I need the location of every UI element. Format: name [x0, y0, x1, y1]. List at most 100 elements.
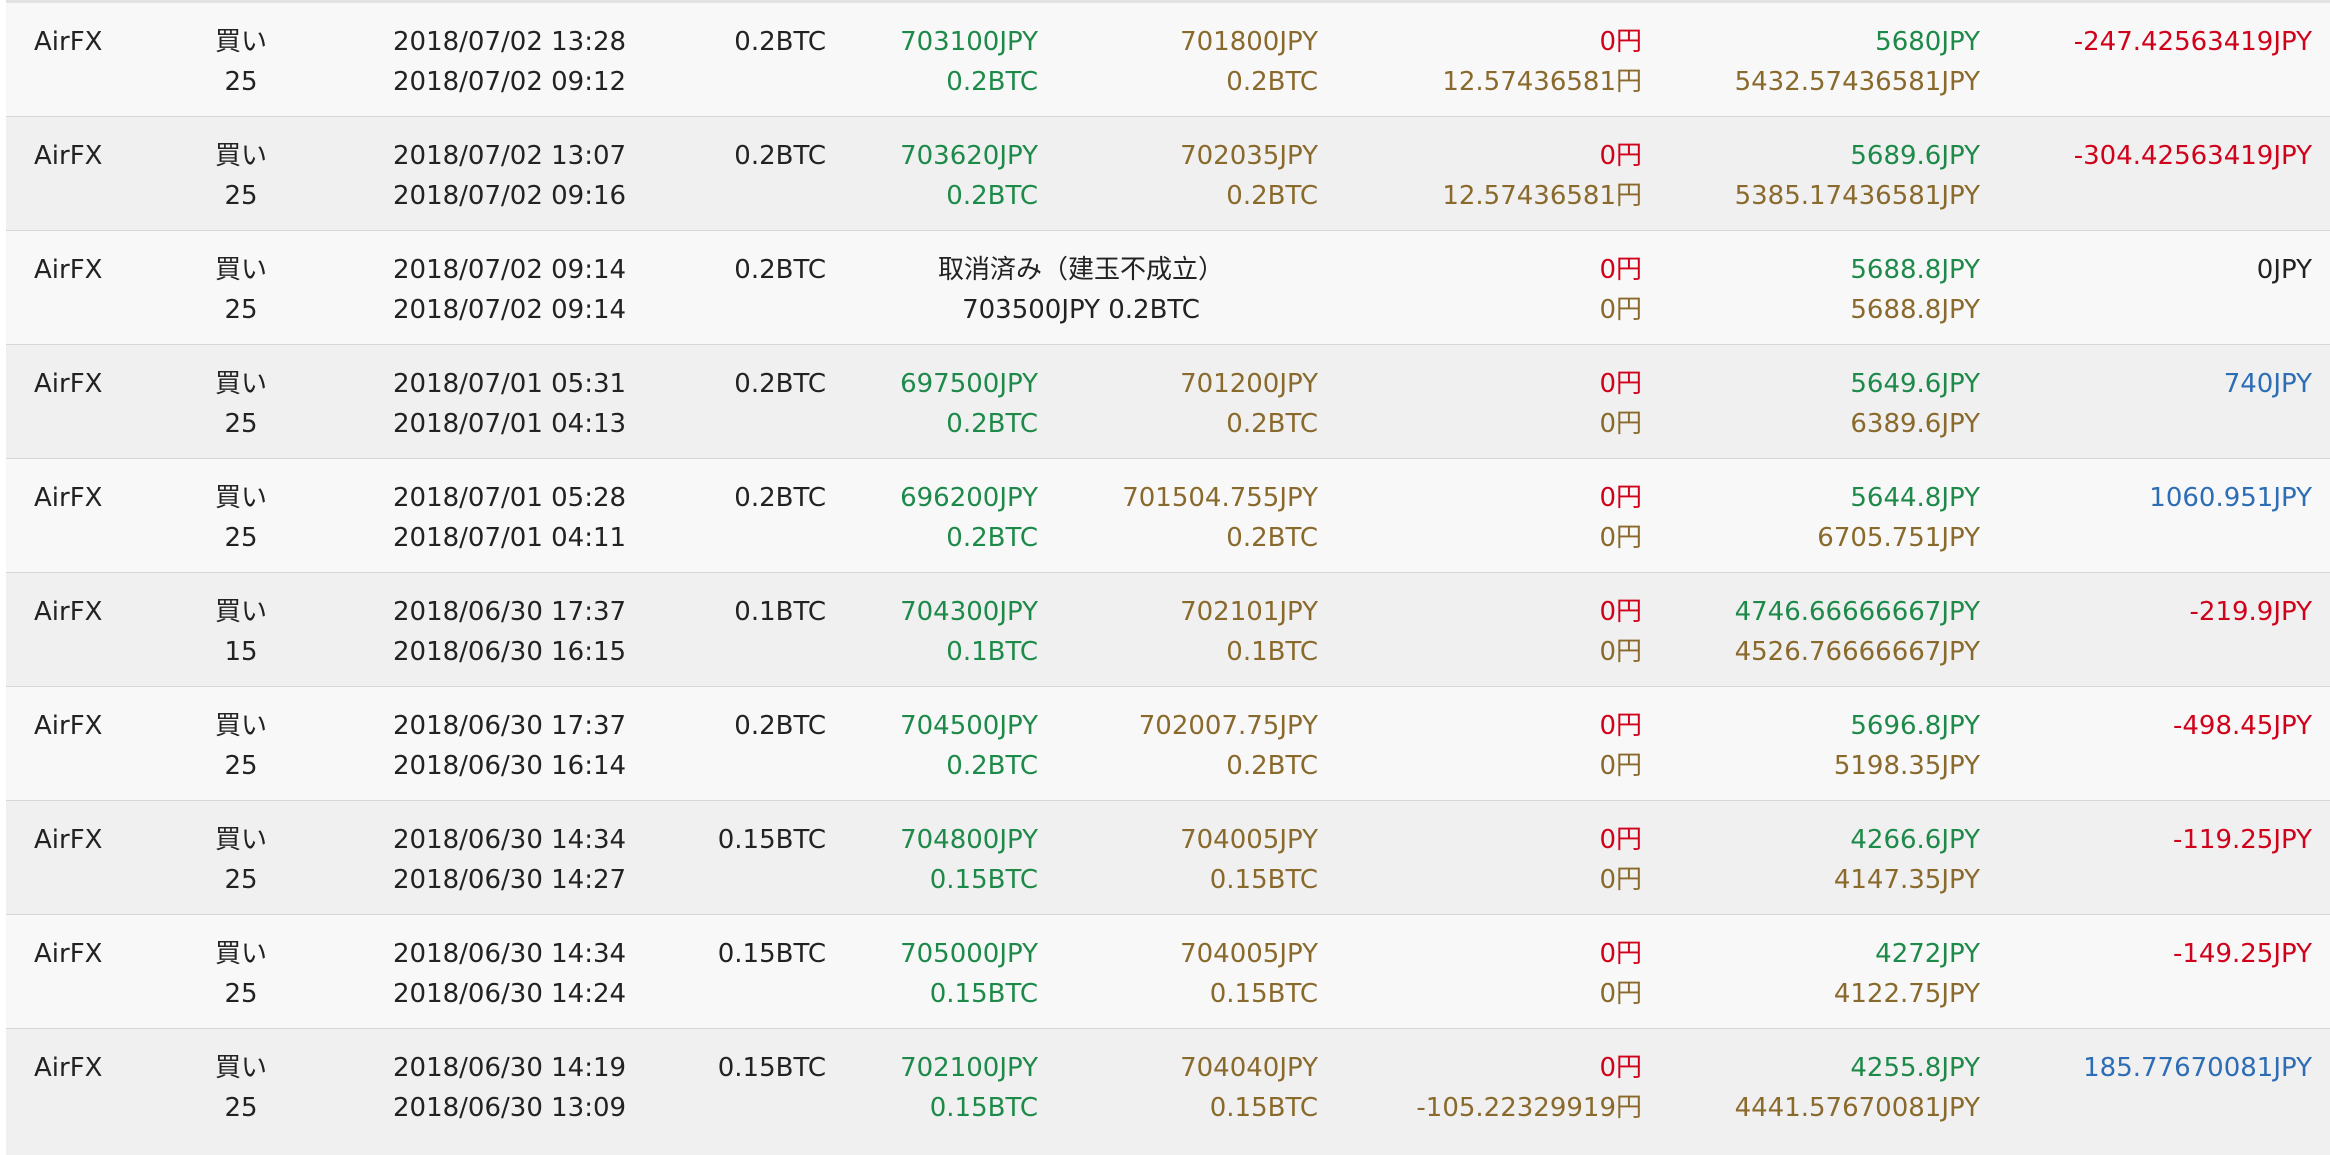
fee-primary: 0円 — [1599, 27, 1642, 57]
close-size: 0.2BTC — [1226, 67, 1318, 97]
close-price: 704005JPY — [1180, 825, 1318, 855]
open-size: 0.2BTC — [946, 181, 1038, 211]
table-row: AirFX 買い 25 2018/07/01 05:31 2018/07/01 … — [6, 345, 2330, 459]
exchange-name: AirFX — [34, 711, 103, 741]
open-date: 2018/06/30 16:14 — [393, 751, 627, 781]
open-size: 0.2BTC — [946, 751, 1038, 781]
table-row: AirFX 買い 15 2018/06/30 17:37 2018/06/30 … — [6, 573, 2330, 687]
open-date: 2018/07/02 09:16 — [393, 181, 627, 211]
leverage: 25 — [224, 523, 258, 553]
margin-primary: 5680JPY — [1875, 27, 1980, 57]
table-row: AirFX 買い 25 2018/06/30 14:19 2018/06/30 … — [6, 1029, 2330, 1155]
leverage: 25 — [224, 295, 258, 325]
trade-side: 買い — [214, 483, 267, 513]
open-price: 703100JPY — [900, 27, 1038, 57]
open-date: 2018/07/02 09:14 — [393, 295, 627, 325]
position-size: 0.15BTC — [717, 939, 826, 969]
margin-primary: 4272JPY — [1875, 939, 1980, 969]
position-size: 0.2BTC — [734, 369, 826, 399]
margin-secondary: 5432.57436581JPY — [1734, 67, 1980, 97]
margin-primary: 5696.8JPY — [1850, 711, 1980, 741]
trade-side: 買い — [214, 27, 267, 57]
margin-secondary: 6389.6JPY — [1850, 409, 1980, 439]
open-date: 2018/06/30 14:24 — [393, 979, 627, 1009]
leverage: 25 — [224, 67, 258, 97]
open-date: 2018/07/02 09:12 — [393, 67, 627, 97]
table-row: AirFX 買い 25 2018/06/30 14:34 2018/06/30 … — [6, 915, 2330, 1029]
leverage: 25 — [224, 409, 258, 439]
exchange-name: AirFX — [34, 825, 103, 855]
leverage: 15 — [224, 637, 258, 667]
open-price: 703620JPY — [900, 141, 1038, 171]
close-size: 0.1BTC — [1226, 637, 1318, 667]
leverage: 25 — [224, 1093, 258, 1123]
close-price: 701800JPY — [1180, 27, 1318, 57]
trade-history-table: AirFX 買い 25 2018/07/02 13:28 2018/07/02 … — [6, 0, 2330, 1155]
exchange-name: AirFX — [34, 27, 103, 57]
profit-loss: -247.42563419JPY — [2073, 27, 2312, 57]
open-date: 2018/06/30 16:15 — [393, 637, 627, 667]
margin-secondary: 5688.8JPY — [1850, 295, 1980, 325]
exchange-name: AirFX — [34, 1053, 103, 1083]
close-date: 2018/06/30 17:37 — [393, 711, 627, 741]
cancelled-order-detail: 703500JPY 0.2BTC — [962, 295, 1200, 325]
profit-loss: -119.25JPY — [2172, 825, 2312, 855]
open-size: 0.2BTC — [946, 67, 1038, 97]
close-size: 0.15BTC — [1209, 979, 1318, 1009]
fee-primary: 0円 — [1599, 483, 1642, 513]
fee-secondary: 12.57436581円 — [1442, 181, 1642, 211]
profit-loss: 185.77670081JPY — [2083, 1053, 2312, 1083]
margin-secondary: 4441.57670081JPY — [1734, 1093, 1980, 1123]
close-date: 2018/06/30 14:34 — [393, 939, 627, 969]
margin-secondary: 4526.76666667JPY — [1734, 637, 1980, 667]
close-price: 701200JPY — [1180, 369, 1318, 399]
leverage: 25 — [224, 979, 258, 1009]
fee-secondary: 0円 — [1599, 637, 1642, 667]
open-size: 0.2BTC — [946, 409, 1038, 439]
table-row: AirFX 買い 25 2018/07/02 13:07 2018/07/02 … — [6, 117, 2330, 231]
fee-secondary: 0円 — [1599, 865, 1642, 895]
fee-secondary: 0円 — [1599, 523, 1642, 553]
open-size: 0.15BTC — [929, 1093, 1038, 1123]
position-size: 0.1BTC — [734, 597, 826, 627]
close-size: 0.2BTC — [1226, 409, 1318, 439]
position-size: 0.2BTC — [734, 483, 826, 513]
fee-primary: 0円 — [1599, 1053, 1642, 1083]
trade-side: 買い — [214, 711, 267, 741]
profit-loss: 1060.951JPY — [2149, 483, 2312, 513]
close-date: 2018/07/02 09:14 — [393, 255, 627, 285]
fee-primary: 0円 — [1599, 711, 1642, 741]
open-price: 702100JPY — [900, 1053, 1038, 1083]
close-size: 0.2BTC — [1226, 523, 1318, 553]
margin-primary: 5644.8JPY — [1850, 483, 1980, 513]
close-price: 702035JPY — [1180, 141, 1318, 171]
close-price: 704005JPY — [1180, 939, 1318, 969]
exchange-name: AirFX — [34, 141, 103, 171]
fee-secondary: 0円 — [1599, 409, 1642, 439]
close-size: 0.15BTC — [1209, 1093, 1318, 1123]
profit-loss: -304.42563419JPY — [2073, 141, 2312, 171]
exchange-name: AirFX — [34, 255, 103, 285]
fee-primary: 0円 — [1599, 825, 1642, 855]
close-date: 2018/07/02 13:07 — [393, 141, 627, 171]
fee-secondary: 0円 — [1599, 979, 1642, 1009]
position-size: 0.15BTC — [717, 1053, 826, 1083]
table-row: AirFX 買い 25 2018/07/01 05:28 2018/07/01 … — [6, 459, 2330, 573]
open-size: 0.15BTC — [929, 865, 1038, 895]
exchange-name: AirFX — [34, 483, 103, 513]
margin-secondary: 5198.35JPY — [1833, 751, 1980, 781]
open-price: 697500JPY — [900, 369, 1038, 399]
close-date: 2018/07/01 05:31 — [393, 369, 627, 399]
close-size: 0.2BTC — [1226, 751, 1318, 781]
fee-secondary: -105.22329919円 — [1416, 1093, 1642, 1123]
close-date: 2018/07/01 05:28 — [393, 483, 627, 513]
margin-secondary: 6705.751JPY — [1817, 523, 1980, 553]
fee-primary: 0円 — [1599, 255, 1642, 285]
margin-primary: 4255.8JPY — [1850, 1053, 1980, 1083]
margin-secondary: 4122.75JPY — [1833, 979, 1980, 1009]
margin-secondary: 5385.17436581JPY — [1734, 181, 1980, 211]
margin-primary: 4746.66666667JPY — [1734, 597, 1980, 627]
fee-primary: 0円 — [1599, 369, 1642, 399]
fee-secondary: 0円 — [1599, 751, 1642, 781]
close-date: 2018/06/30 14:19 — [393, 1053, 627, 1083]
